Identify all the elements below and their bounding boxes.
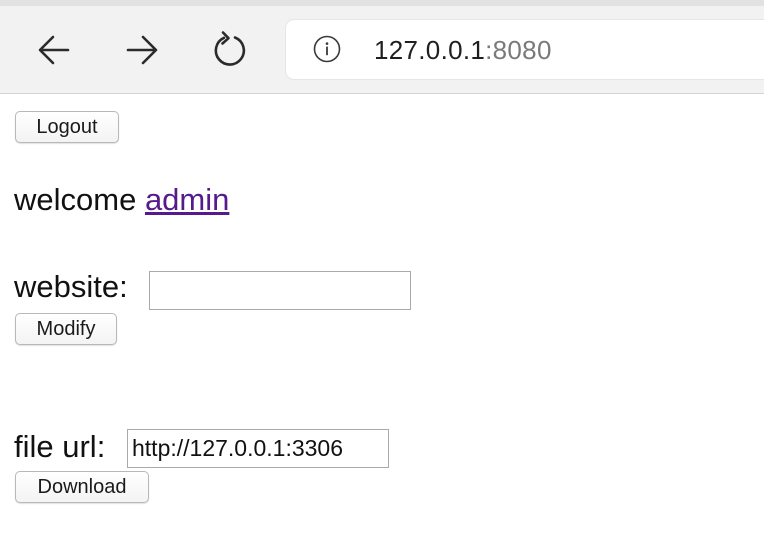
forward-button[interactable] [120, 28, 164, 72]
file-url-input[interactable] [127, 429, 389, 468]
url-port: :8080 [485, 35, 552, 65]
browser-toolbar: 127.0.0.1:8080 [0, 0, 764, 94]
website-label: website: [14, 269, 128, 304]
arrow-left-icon [38, 35, 70, 65]
reload-button[interactable] [208, 28, 252, 72]
welcome-text: welcome [14, 182, 145, 217]
reload-icon [214, 31, 246, 66]
arrow-right-icon [126, 35, 158, 65]
website-input[interactable] [149, 271, 411, 310]
address-bar[interactable]: 127.0.0.1:8080 [286, 20, 764, 79]
info-icon[interactable] [313, 35, 341, 63]
username-link[interactable]: admin [145, 182, 229, 217]
modify-button[interactable]: Modify [15, 313, 117, 345]
back-button[interactable] [32, 28, 76, 72]
url-host: 127.0.0.1 [374, 35, 486, 65]
download-button[interactable]: Download [15, 471, 149, 503]
page-content: Logout welcome admin website: Modify fil… [0, 94, 764, 544]
tab-strip-edge [0, 0, 764, 6]
url-text[interactable]: 127.0.0.1:8080 [374, 34, 552, 66]
logout-button[interactable]: Logout [15, 111, 119, 143]
file-url-label: file url: [14, 429, 106, 464]
welcome-line: welcome admin [14, 180, 229, 220]
